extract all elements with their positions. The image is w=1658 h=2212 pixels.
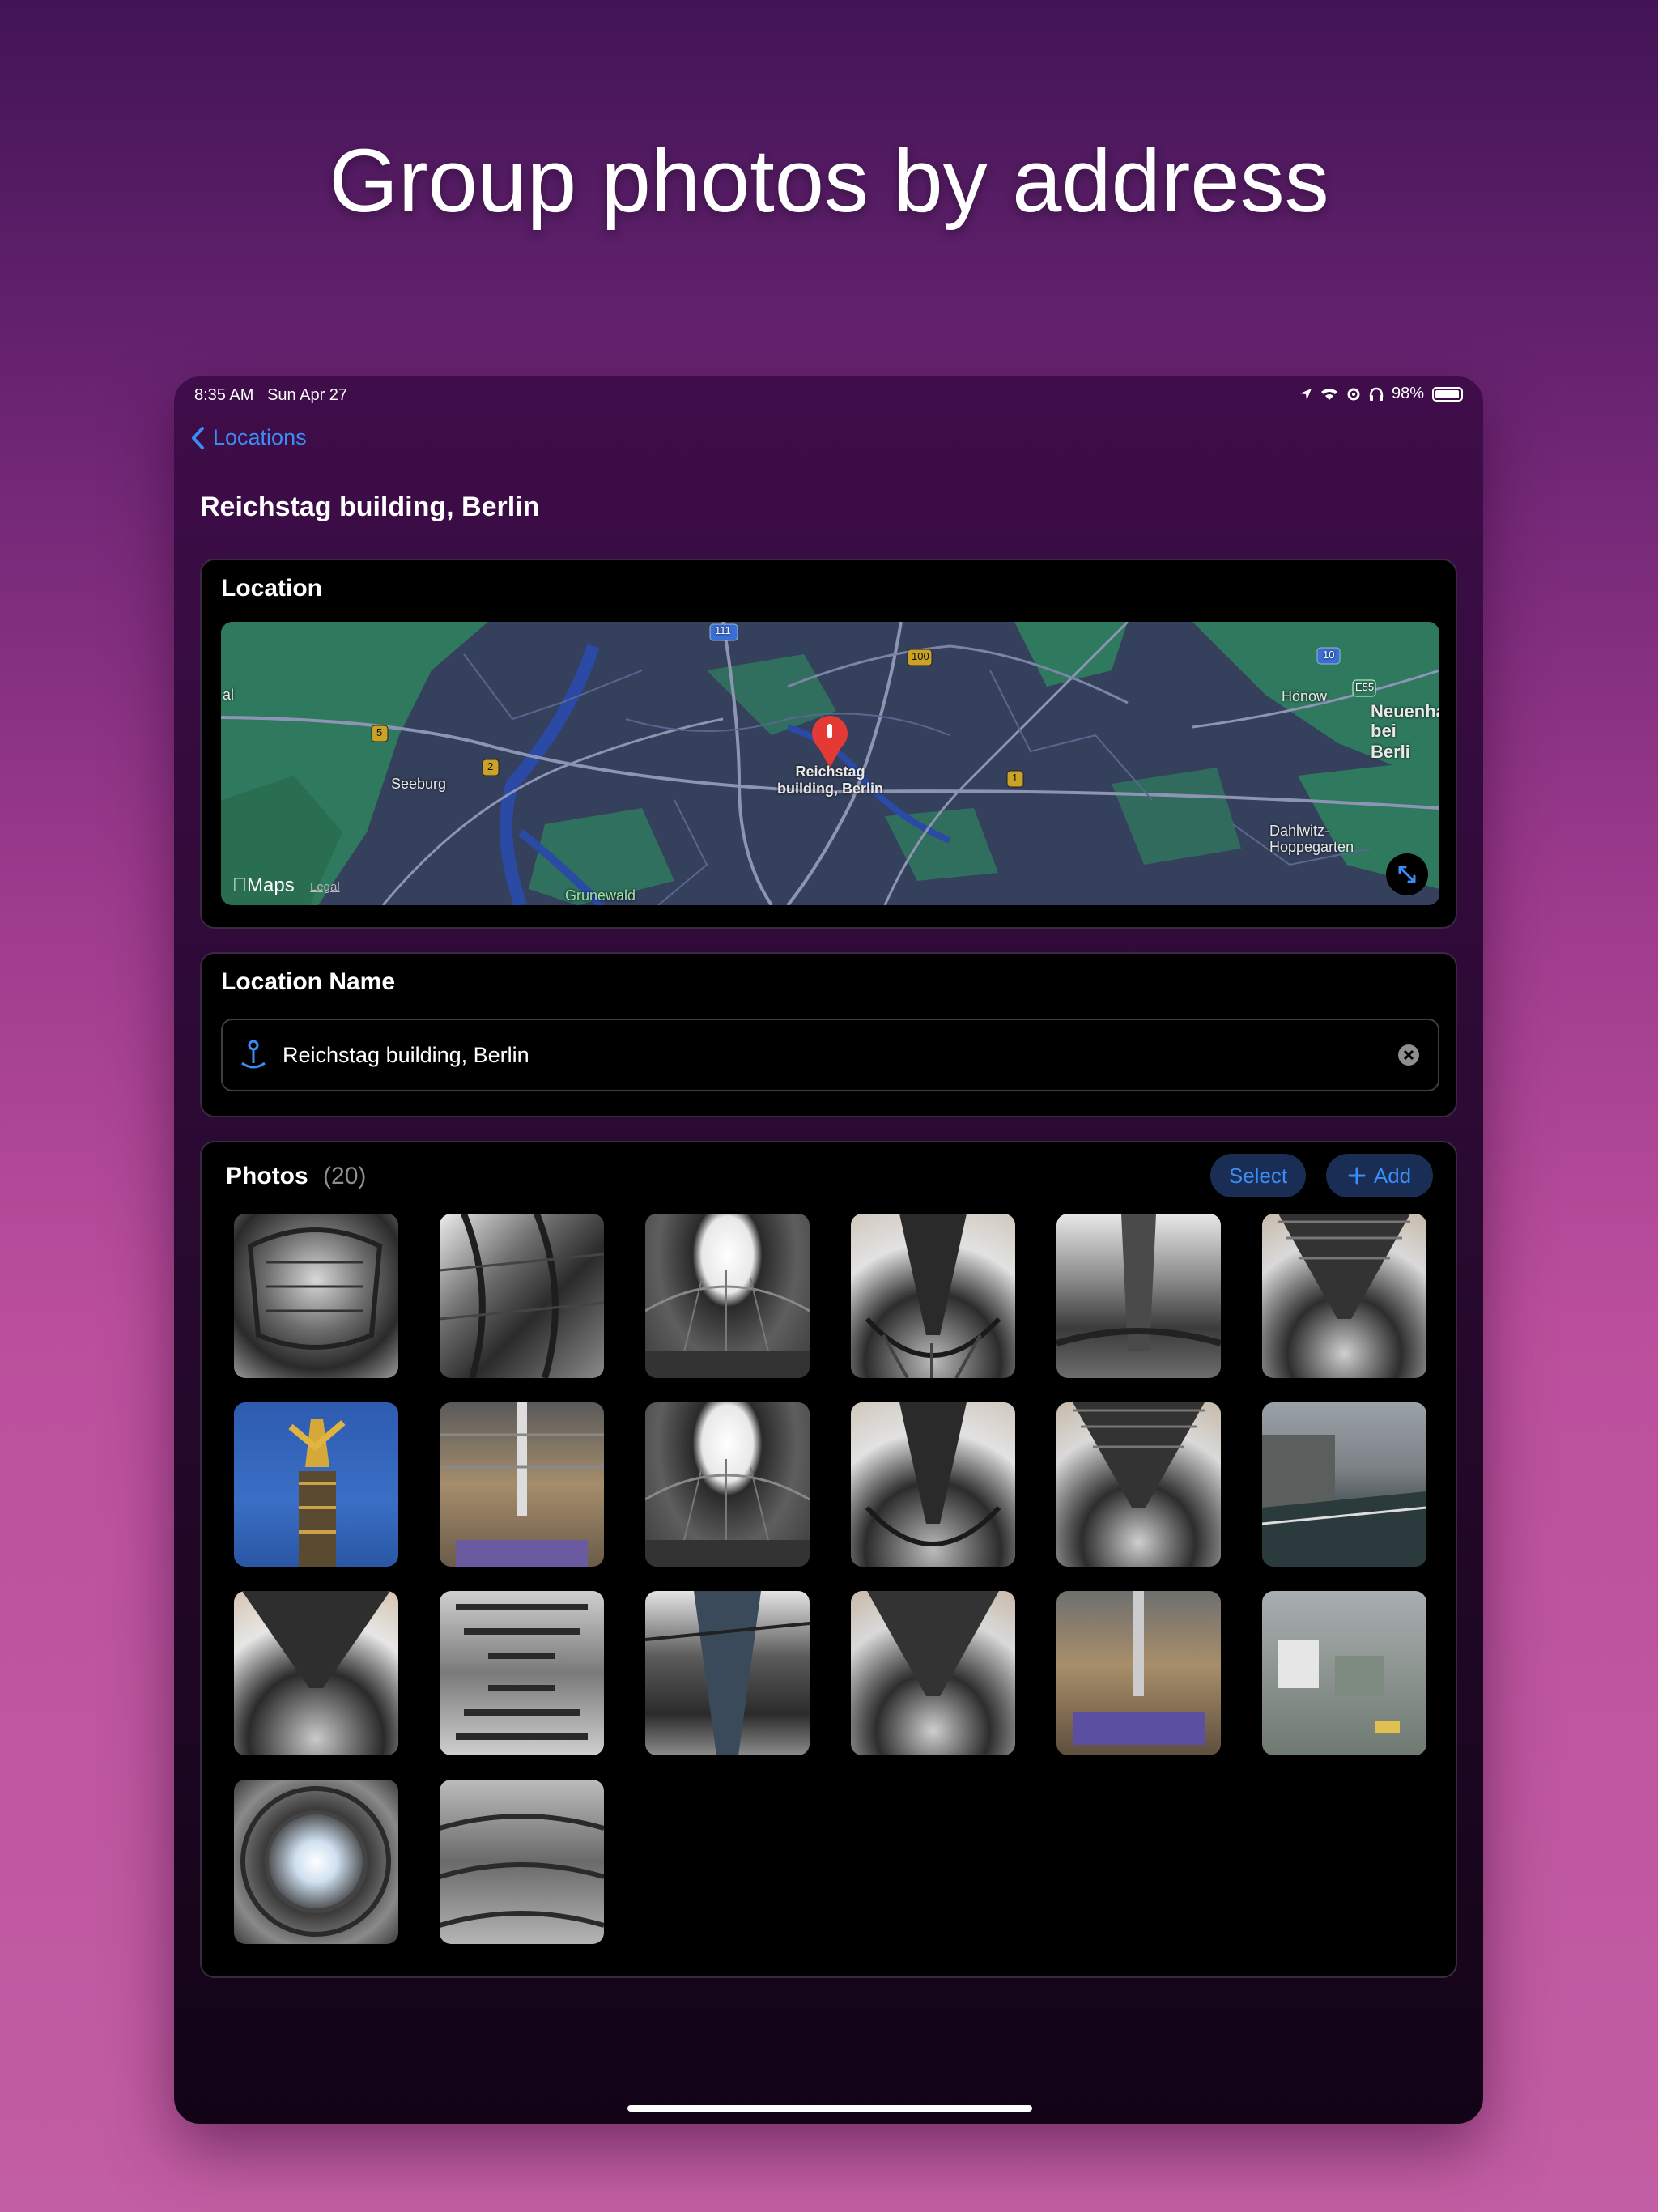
ipad-screen: 8:35 AM Sun Apr 27 98% Locations Reichst… (174, 376, 1483, 2124)
location-card: Location 111 100 10 E55 5 2 1 Reichstag … (200, 559, 1457, 929)
back-button[interactable]: Locations (190, 425, 307, 450)
place-label-seeburg: Seeburg (391, 776, 447, 792)
map-view[interactable]: 111 100 10 E55 5 2 1 Reichstag building,… (221, 622, 1439, 905)
pin-label-line-1: Reichstag (795, 764, 865, 780)
location-card-title: Location (221, 575, 322, 602)
select-button[interactable]: Select (1210, 1154, 1306, 1197)
place-label-edge: al (223, 687, 235, 703)
status-time: 8:35 AM Sun Apr 27 (194, 386, 347, 405)
select-label: Select (1228, 1163, 1288, 1188)
photo-thumbnail[interactable] (851, 1214, 1015, 1378)
dome-ramp-thumb (645, 1591, 810, 1755)
chevron-left-icon (192, 426, 204, 449)
battery-icon (1432, 386, 1463, 402)
pin-label: Reichstag building, Berlin (763, 764, 897, 798)
road-badge-5: 5 (376, 726, 383, 738)
place-label-bei-berlin: bei Berli (1371, 721, 1410, 762)
place-label-honow: Hönow (1282, 688, 1328, 704)
dome-interior-thumb (1056, 1214, 1221, 1351)
photo-thumbnail[interactable] (1262, 1402, 1426, 1567)
place-label-grunewald: Grunewald (565, 887, 636, 904)
location-name-input[interactable] (281, 1041, 1397, 1069)
photos-count: (20) (323, 1163, 367, 1189)
photo-thumbnail[interactable] (1056, 1402, 1221, 1567)
road-badge-111: 111 (715, 624, 731, 636)
photo-thumbnail[interactable] (1056, 1214, 1221, 1378)
status-icons: 98% (1299, 385, 1463, 403)
photo-thumbnail[interactable] (851, 1591, 1015, 1755)
pin-label-line-2: building, Berlin (777, 781, 883, 797)
photo-thumbnail[interactable] (1056, 1591, 1221, 1755)
rooftop-terrace-thumb (1262, 1435, 1426, 1567)
dome-skylight-thumb (645, 1270, 810, 1378)
plus-icon (1348, 1167, 1366, 1185)
photo-thumbnail[interactable] (234, 1214, 398, 1378)
mirror-cone-thumb (865, 1402, 1001, 1546)
headline: Group photos by address (329, 131, 1329, 231)
place-label-hoppegarten: Hoppegarten (1269, 839, 1354, 855)
dome-ramp-people-thumb (440, 1814, 604, 1928)
mirror-cone-vertical-thumb (456, 1604, 588, 1740)
photos-title: Photos (20) (226, 1163, 366, 1190)
expand-arrows-icon (1398, 866, 1416, 883)
page-title: Reichstag building, Berlin (200, 491, 540, 522)
victory-column-thumb (288, 1419, 346, 1567)
photo-thumbnail[interactable] (440, 1780, 604, 1944)
photo-thumbnail[interactable] (440, 1402, 604, 1567)
dome-ramp-wide-thumb (440, 1214, 604, 1378)
wifi-icon (1320, 388, 1337, 400)
mirror-cone-thumb (242, 1591, 390, 1688)
location-name-card: Location Name (200, 952, 1457, 1117)
legal-link[interactable]: Legal (310, 880, 340, 894)
road-badge-e55: E55 (1355, 681, 1375, 693)
photo-thumbnail[interactable] (234, 1402, 398, 1567)
photo-thumbnail[interactable] (1262, 1591, 1426, 1755)
location-arrow-icon (1299, 388, 1312, 400)
dome-skylight-thumb (645, 1459, 810, 1567)
photo-thumbnail[interactable] (1262, 1214, 1426, 1378)
pin-anchor-icon (241, 1040, 266, 1069)
status-clock: 8:35 AM (194, 386, 254, 404)
plenary-hall-thumb (440, 1402, 604, 1567)
location-name-title: Location Name (221, 968, 396, 995)
battery-percent: 98% (1391, 385, 1424, 402)
photo-thumbnail[interactable] (234, 1780, 398, 1944)
maps-logo-text: Maps (232, 874, 295, 896)
location-name-field[interactable] (221, 1019, 1439, 1091)
photo-thumbnail[interactable] (851, 1402, 1015, 1567)
dome-ramp-thumb (247, 1227, 383, 1350)
photos-card: Photos (20) Select Add (200, 1141, 1457, 1978)
place-label-dahlwitz: Dahlwitz- (1269, 823, 1330, 839)
headphones-icon (1369, 387, 1384, 401)
expand-map-button[interactable] (1386, 853, 1428, 895)
photo-thumbnail[interactable] (440, 1214, 604, 1378)
photo-thumbnail[interactable] (645, 1214, 810, 1378)
mirror-cone-thumb (1278, 1214, 1410, 1319)
road-badge-100: 100 (912, 650, 929, 662)
plenary-hall-thumb (1073, 1591, 1205, 1745)
photos-title-text: Photos (226, 1163, 308, 1189)
add-photo-button[interactable]: Add (1326, 1154, 1433, 1197)
home-indicator[interactable] (627, 2105, 1032, 2112)
photo-thumbnail[interactable] (234, 1591, 398, 1755)
photo-thumbnail[interactable] (645, 1402, 810, 1567)
road-badge-1: 1 (1012, 772, 1018, 784)
status-bar: 8:35 AM Sun Apr 27 98% (194, 381, 1463, 406)
place-label-neuenhagen: Neuenha (1371, 701, 1439, 721)
dome-oculus-thumb (240, 1786, 391, 1937)
apple-maps-logo: Maps (232, 874, 295, 897)
clear-icon[interactable] (1397, 1044, 1420, 1066)
city-view-thumb (1278, 1640, 1400, 1733)
back-label: Locations (213, 425, 307, 449)
road-badge-2: 2 (487, 760, 494, 772)
photo-thumbnail[interactable] (645, 1591, 810, 1755)
mirror-cone-thumb (1073, 1402, 1205, 1508)
mirror-cone-thumb (867, 1591, 999, 1696)
add-label: Add (1373, 1163, 1412, 1188)
focus-gear-icon (1347, 388, 1360, 400)
mirror-cone-thumb (865, 1214, 1001, 1378)
status-date: Sun Apr 27 (267, 386, 348, 404)
photo-thumbnail[interactable] (440, 1591, 604, 1755)
road-badge-10: 10 (1323, 649, 1335, 661)
